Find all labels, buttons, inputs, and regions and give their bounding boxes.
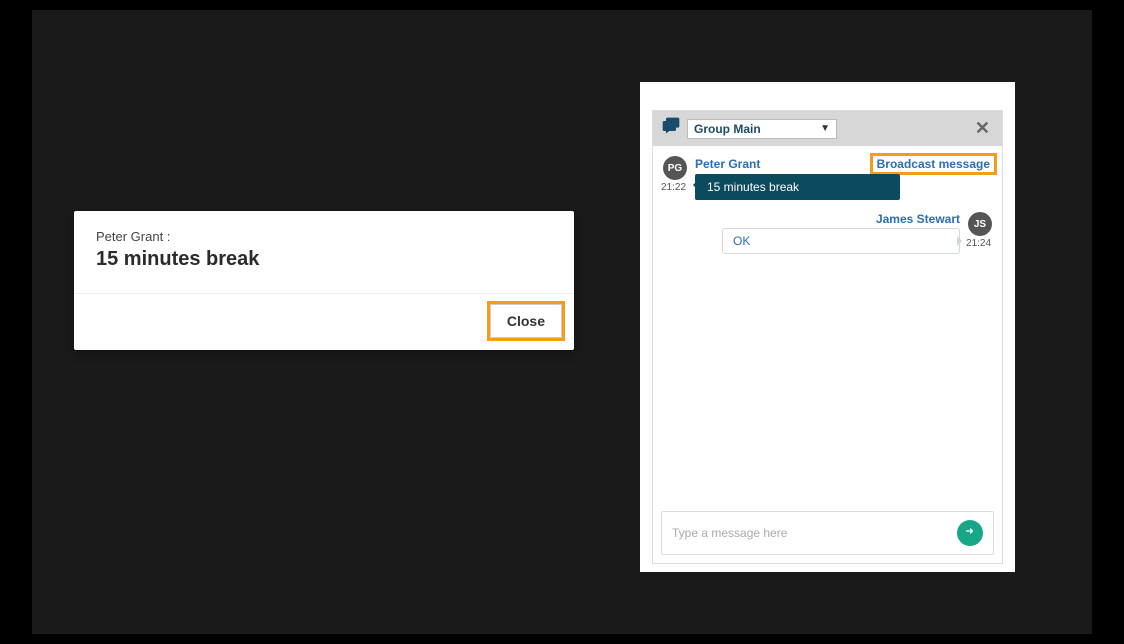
message-input[interactable] — [672, 526, 957, 540]
dialog-message-text: 15 minutes break — [96, 248, 552, 271]
message-bubble: OK — [722, 228, 960, 254]
message-composer — [661, 511, 994, 555]
avatar: PG — [663, 156, 687, 180]
chat-inner: Group Main ▼ ✕ PG 21:22 Peter Grant Broa… — [652, 110, 1003, 564]
group-select-label: Group Main — [694, 122, 761, 136]
message-header: Peter Grant Broadcast message — [695, 156, 994, 172]
close-chat-button[interactable]: ✕ — [971, 118, 994, 139]
message-row: James Stewart OK JS 21:24 — [661, 212, 994, 254]
group-select[interactable]: Group Main ▼ — [687, 119, 837, 139]
notification-dialog: Peter Grant : 15 minutes break Close — [74, 211, 574, 350]
message-content: Peter Grant Broadcast message 15 minutes… — [695, 156, 994, 200]
chevron-down-icon: ▼ — [820, 123, 830, 134]
chat-body: PG 21:22 Peter Grant Broadcast message 1… — [653, 146, 1002, 511]
broadcast-tag: Broadcast message — [873, 156, 994, 172]
dialog-sender-label: Peter Grant : — [96, 229, 552, 244]
close-button[interactable]: Close — [490, 304, 562, 338]
message-row: PG 21:22 Peter Grant Broadcast message 1… — [661, 156, 994, 200]
chat-panel: Group Main ▼ ✕ PG 21:22 Peter Grant Broa… — [640, 82, 1015, 572]
message-sender: James Stewart — [876, 212, 960, 226]
chat-icon — [661, 116, 681, 141]
avatar-column: PG 21:22 — [661, 156, 689, 193]
message-timestamp: 21:22 — [661, 182, 689, 193]
message-content: James Stewart OK — [661, 212, 960, 254]
send-button[interactable] — [957, 520, 983, 546]
message-bubble: 15 minutes break — [695, 174, 900, 200]
dialog-body: Peter Grant : 15 minutes break — [74, 211, 574, 294]
message-sender: Peter Grant — [695, 157, 760, 171]
arrow-right-icon — [964, 524, 976, 542]
dialog-footer: Close — [74, 294, 574, 350]
chat-header: Group Main ▼ ✕ — [653, 111, 1002, 146]
avatar: JS — [968, 212, 992, 236]
avatar-column: JS 21:24 — [966, 212, 994, 249]
message-timestamp: 21:24 — [966, 238, 994, 249]
